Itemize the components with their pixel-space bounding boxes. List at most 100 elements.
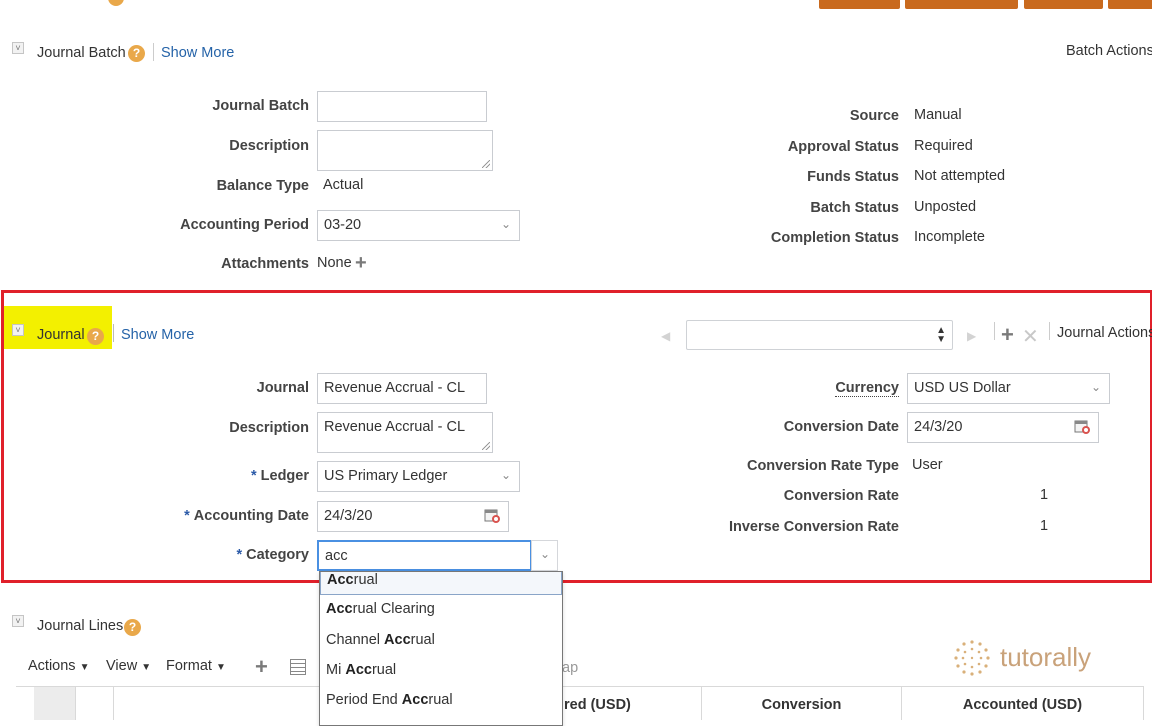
batch-status-label: Batch Status — [810, 200, 899, 216]
approval-status-value: Required — [914, 138, 973, 154]
batch-section-title: Journal Batch — [37, 45, 126, 61]
help-icon[interactable]: ? — [128, 45, 145, 62]
divider — [113, 324, 114, 342]
journal-lines-title: Journal Lines — [37, 618, 124, 634]
divider — [153, 43, 154, 61]
caret-down-icon: ▼ — [79, 662, 90, 673]
format-menu[interactable]: Format ▼ — [166, 658, 226, 674]
currency-label: Currency — [835, 380, 899, 397]
table-icon[interactable] — [290, 659, 306, 675]
conversion-rate-value: 1 — [1040, 487, 1049, 503]
journal-name-input[interactable]: Revenue Accrual - CL — [317, 373, 487, 404]
add-attachment-icon[interactable]: + — [355, 252, 367, 275]
help-icon[interactable]: ? — [87, 328, 104, 345]
cancel-button[interactable] — [1108, 0, 1152, 9]
category-option[interactable]: Period End Accrual — [320, 686, 562, 716]
attachments-value: None — [317, 255, 352, 271]
journal-description-input[interactable]: Revenue Accrual - CL — [317, 412, 493, 453]
funds-status-value: Not attempted — [914, 168, 1006, 184]
accounted-column-header[interactable]: Accounted (USD) — [902, 686, 1144, 720]
help-icon — [108, 0, 124, 6]
conversion-date-label: Conversion Date — [783, 419, 899, 435]
journal-actions-menu[interactable]: Journal Actions — [1057, 325, 1152, 341]
caret-down-icon: ▼ — [141, 662, 152, 673]
chevron-down-icon: ⌄ — [500, 468, 511, 482]
collapse-icon[interactable]: ˅ — [12, 42, 24, 54]
add-row-icon[interactable]: + — [255, 654, 268, 680]
save-button[interactable] — [819, 0, 900, 9]
batch-status-value: Unposted — [914, 199, 977, 215]
journal-batch-input[interactable] — [317, 91, 487, 122]
category-dropdown-button[interactable]: ⌄ — [531, 540, 558, 571]
next-icon[interactable]: ▶ — [967, 329, 976, 343]
divider — [1049, 322, 1050, 340]
journal-navigator-select[interactable]: ▲ ▼ — [686, 320, 953, 350]
currency-select[interactable]: USD US Dollar ⌄ — [907, 373, 1110, 404]
updown-icon: ▲ ▼ — [936, 325, 946, 345]
category-label: * Category — [236, 547, 309, 563]
completion-status-label: Completion Status — [770, 230, 899, 246]
journal-section-title: Journal — [37, 327, 85, 343]
accounting-period-label: Accounting Period — [180, 217, 309, 233]
toolbar-partial-text: ap — [562, 660, 579, 676]
help-icon[interactable]: ? — [124, 619, 141, 636]
add-icon[interactable]: + — [1001, 322, 1014, 348]
source-label: Source — [849, 108, 899, 124]
resize-handle[interactable] — [482, 442, 490, 450]
journal-show-more-link[interactable]: Show More — [121, 327, 194, 343]
balance-type-label: Balance Type — [216, 178, 309, 194]
category-label-text: Category — [246, 547, 309, 563]
accounting-period-select[interactable]: 03-20 ⌄ — [317, 210, 520, 241]
conversion-column-header[interactable]: Conversion — [702, 686, 902, 720]
chevron-down-icon: ⌄ — [540, 547, 551, 561]
conversion-rate-type-label: Conversion Rate Type — [746, 458, 899, 474]
collapse-icon[interactable]: ˅ — [12, 324, 24, 336]
view-menu[interactable]: View ▼ — [106, 658, 151, 674]
resize-handle[interactable] — [482, 160, 490, 168]
ledger-label-text: Ledger — [260, 468, 309, 484]
category-option[interactable]: Accrual Clearing — [320, 595, 562, 625]
chevron-down-icon: ⌄ — [500, 217, 511, 231]
calendar-icon[interactable] — [484, 508, 500, 524]
attachments-label: Attachments — [221, 256, 309, 272]
category-input[interactable]: acc — [317, 540, 532, 571]
funds-status-label: Funds Status — [807, 169, 899, 185]
conversion-rate-type-value: User — [912, 457, 943, 473]
conversion-date-input[interactable]: 24/3/20 — [907, 412, 1099, 443]
watermark-text: tutorally — [1000, 642, 1092, 672]
ledger-label: * Ledger — [251, 468, 309, 484]
journal-description-label: Description — [229, 420, 309, 436]
calendar-icon[interactable] — [1074, 419, 1090, 435]
accounting-date-input[interactable]: 24/3/20 — [317, 501, 509, 532]
logo-dots-icon — [954, 640, 990, 676]
divider — [994, 322, 995, 340]
ledger-select[interactable]: US Primary Ledger ⌄ — [317, 461, 520, 492]
required-marker: * — [236, 547, 243, 563]
accounting-date-label: * Accounting Date — [184, 508, 309, 524]
post-button[interactable] — [1024, 0, 1103, 9]
conversion-rate-label: Conversion Rate — [783, 488, 899, 504]
category-option[interactable]: Channel Accrual — [320, 626, 562, 656]
batch-description-label: Description — [229, 138, 309, 154]
journal-batch-label: Journal Batch — [212, 98, 309, 114]
batch-description-input[interactable] — [317, 130, 493, 171]
completion-status-value: Incomplete — [914, 229, 985, 245]
collapse-icon[interactable]: ˅ — [12, 615, 24, 627]
category-option[interactable]: Mi Accrual — [320, 656, 562, 686]
required-marker: * — [184, 508, 190, 524]
batch-show-more-link[interactable]: Show More — [161, 45, 234, 61]
balance-type-value: Actual — [323, 177, 364, 193]
actions-menu[interactable]: Actions ▼ — [28, 658, 90, 674]
required-marker: * — [251, 468, 257, 484]
complete-button[interactable] — [905, 0, 1018, 9]
previous-icon[interactable]: ◀ — [661, 329, 670, 343]
tutorally-logo — [952, 638, 992, 678]
source-value: Manual — [914, 107, 962, 123]
delete-icon[interactable]: ✕ — [1022, 324, 1039, 349]
table-line-column — [76, 686, 114, 720]
category-option[interactable]: Accrual — [320, 572, 562, 596]
batch-actions-menu[interactable]: Batch Actions — [1066, 43, 1152, 59]
inverse-conversion-rate-value: 1 — [1040, 518, 1049, 534]
journal-label: Journal — [256, 380, 309, 396]
inverse-conversion-rate-label: Inverse Conversion Rate — [728, 519, 899, 535]
